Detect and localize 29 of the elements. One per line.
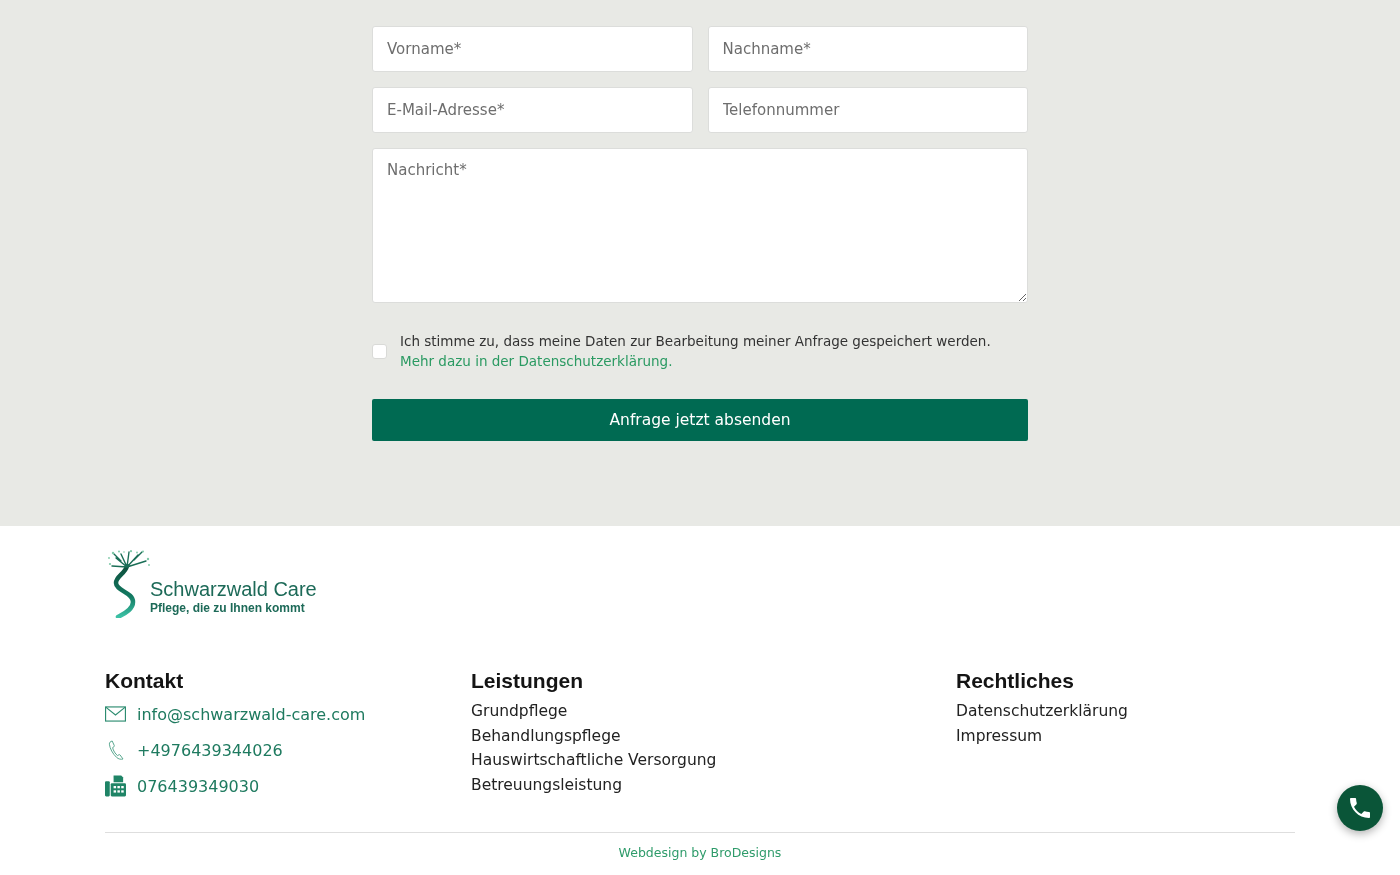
contact-link[interactable]: 076439349030 <box>137 776 260 796</box>
input-field[interactable]: E-Mail-Adresse* <box>372 87 693 133</box>
tree-logo-icon <box>107 550 151 618</box>
footer-link[interactable]: Behandlungspflege <box>471 723 621 748</box>
input-field[interactable]: Telefonnummer <box>707 87 1028 133</box>
credit-link[interactable]: Webdesign by BroDesigns <box>618 844 782 862</box>
column-heading: Rechtliches <box>956 668 1074 694</box>
footer-link[interactable]: Datenschutzerklärung <box>956 699 1128 724</box>
fax-icon <box>105 775 126 797</box>
consent-checkbox[interactable] <box>372 343 387 359</box>
brand-name: Schwarzwald Care <box>150 578 317 600</box>
footer-link[interactable]: Grundpflege <box>471 699 568 724</box>
column-heading: Leistungen <box>471 668 583 694</box>
column-heading: Kontakt <box>105 668 184 694</box>
contact-link[interactable]: +4976439344026 <box>137 740 283 760</box>
call-button[interactable] <box>1337 785 1383 831</box>
phone-icon <box>1350 798 1370 818</box>
footer-link[interactable]: Impressum <box>956 723 1043 748</box>
submit-button[interactable]: Anfrage jetzt absenden <box>372 399 1028 441</box>
contact-link[interactable]: info@schwarzwald-care.com <box>137 704 366 724</box>
input-field[interactable]: Vorname* <box>372 26 693 72</box>
input-field[interactable]: Nachname* <box>707 26 1028 72</box>
phone-icon <box>107 740 124 760</box>
message-field[interactable]: Nachricht* <box>372 148 1028 303</box>
envelope-icon <box>105 706 126 722</box>
consent-text: Ich stimme zu, dass meine Daten zur Bearbeitung meiner Anfrage gespeichert werden. Mehr dazu in der Datenschutzerklärung. <box>400 332 992 371</box>
footer-link[interactable]: Betreuungsleistung <box>471 772 622 797</box>
brand-tagline: Pflege, die zu Ihnen kommt <box>150 600 306 616</box>
footer-link[interactable]: Hauswirtschaftliche Versorgung <box>471 748 717 773</box>
